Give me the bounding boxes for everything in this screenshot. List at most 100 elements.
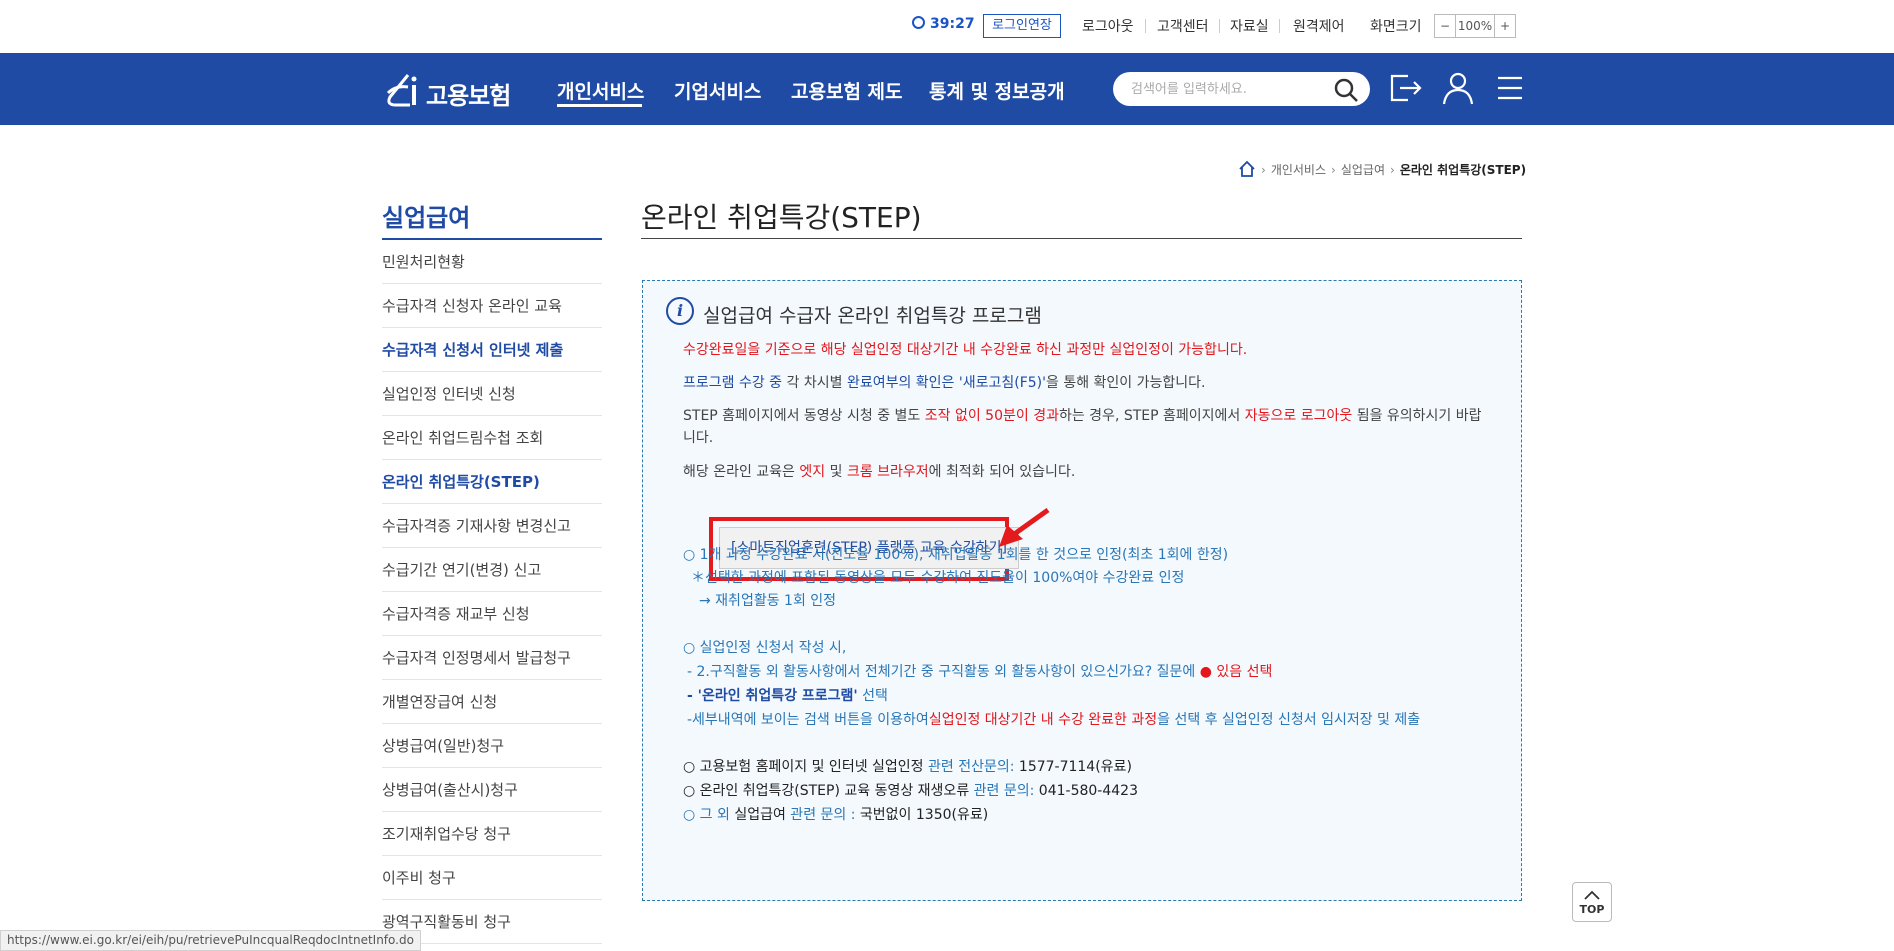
text-fragment: 관련 문의: [969,783,1039,799]
text-fragment: 크롬 브라우저 [846,464,929,480]
sidebar-item-job-dream-notebook[interactable]: 온라인 취업드림수첩 조회 [382,416,602,460]
note-application: ○ 실업인정 신청서 작성 시, [683,640,847,656]
text-fragment: 선택 [857,688,888,704]
search-icon[interactable] [1333,77,1359,103]
chevron-right-icon: › [1261,163,1266,177]
nav-business-service[interactable]: 기업서비스 [674,77,761,104]
chevron-right-icon: › [1331,163,1336,177]
sidebar-item-unemployment-recognition[interactable]: 실업인정 인터넷 신청 [382,372,602,416]
sidebar-item-online-education[interactable]: 수급자격 신청자 온라인 교육 [382,284,602,328]
sidebar-item-complaint-status[interactable]: 민원처리현황 [382,240,602,284]
sidebar-item-internet-submission[interactable]: 수급자격 신청서 인터넷 제출 [382,328,602,372]
sidebar-item-period-extension[interactable]: 수급기간 연기(변경) 신고 [382,548,602,592]
note-recognition: → 재취업활동 1회 인정 [699,593,837,609]
text-fragment: 실업급여 [734,807,786,823]
notice-browser: 해당 온라인 교육은 엣지 및 크롬 브라우저에 최적화 되어 있습니다. [683,461,1483,483]
remote-control-link[interactable]: 원격제어 [1293,16,1345,36]
notice-refresh: 프로그램 수강 중 각 차시별 완료여부의 확인은 '새로고침(F5)'을 통해… [683,372,1483,394]
logout-icon[interactable] [1388,68,1424,108]
divider [1219,19,1220,33]
note-progress: ＊선택한 과정에 포함된 동영상을 모두 수강하여 진도율이 100%여야 수강… [691,570,1185,586]
status-url: https://www.ei.go.kr/ei/eih/pu/retrieveP… [0,930,421,951]
text-fragment: 에 최적화 되어 있습니다. [928,464,1076,480]
page-title: 온라인 취업특강(STEP) [641,201,922,234]
info-icon: i [666,297,694,325]
ei-logo-icon [386,74,417,107]
sidebar-item-sickness-benefit[interactable]: 상병급여(일반)청구 [382,724,602,768]
screen-size-label: 화면크기 [1370,19,1422,35]
library-link[interactable]: 자료실 [1230,16,1269,36]
contact-homepage: ○ 고용보험 홈페이지 및 인터넷 실업인정 관련 전산문의: 1577-711… [683,756,1132,776]
logout-link[interactable]: 로그아웃 [1082,16,1134,36]
chevron-up-icon [1584,890,1600,900]
text-fragment: 하는 경우, STEP 홈페이지에서 [1058,408,1245,424]
zoom-level: 100% [1455,14,1495,38]
text-fragment: 조작 없이 50분이 경과 [924,408,1059,424]
home-icon[interactable] [1238,160,1256,178]
text-fragment: 을 통해 확인이 가능합니다. [1045,375,1206,391]
text-fragment: 관련 문의 : [785,807,860,823]
breadcrumb-item[interactable]: 개인서비스 [1271,163,1326,177]
zoom-in-button[interactable]: + [1494,14,1516,38]
session-timer: 39:27 [912,16,975,32]
text-fragment: 실업인정 대상기간 내 수강 완료한 과정 [928,712,1158,728]
box-title: 실업급여 수급자 온라인 취업특강 프로그램 [703,305,1042,327]
notice-auto-logout: STEP 홈페이지에서 동영상 시청 중 별도 조작 없이 50분이 경과하는 … [683,405,1483,449]
customer-center-link[interactable]: 고객센터 [1157,16,1209,36]
sidebar-item-extended-benefit[interactable]: 개별연장급여 신청 [382,680,602,724]
login-extend-button[interactable]: 로그인연장 [983,14,1061,38]
text-fragment: -세부내역에 보이는 검색 버튼을 이용하여 [687,712,929,728]
text-fragment: 완료여부의 확인은 '새로고침(F5)' [846,375,1046,391]
menu-icon[interactable] [1492,68,1528,108]
logo-text: 고용보험 [426,82,511,110]
sidebar-item-step[interactable]: 온라인 취업특강(STEP) [382,460,602,504]
sidebar-item-sickness-birth[interactable]: 상병급여(출산시)청구 [382,768,602,812]
text-fragment: 및 [825,464,847,480]
divider [1279,19,1280,33]
text-fragment: 엣지 [799,464,826,480]
breadcrumb: › 개인서비스 › 실업급여 › 온라인 취업특강(STEP) [1238,160,1526,178]
sidebar-item-reissue[interactable]: 수급자격증 재교부 신청 [382,592,602,636]
text-fragment: 국번없이 1350(유료) [859,807,989,823]
nav-insurance-system[interactable]: 고용보험 제도 [791,77,903,104]
nav-statistics[interactable]: 통계 및 정보공개 [929,77,1065,104]
text-fragment: ○ 온라인 취업특강(STEP) 교육 동영상 재생오류 [683,783,970,799]
notice-completion: 수강완료일을 기준으로 해당 실업인정 대상기간 내 수강완료 하신 과정만 실… [683,342,1248,358]
nav-active-indicator [557,104,642,107]
sidebar-item-change-report[interactable]: 수급자격증 기재사항 변경신고 [382,504,602,548]
contact-other: ○ 그 외 실업급여 관련 문의 : 국번없이 1350(유료) [683,804,988,824]
title-divider [641,238,1522,239]
top-label: TOP [1579,903,1605,916]
text-fragment: ○ 그 외 [683,807,735,823]
sidebar-item-relocation[interactable]: 이주비 청구 [382,856,602,900]
text-fragment: 041-580-4423 [1038,783,1138,799]
info-box: i 실업급여 수급자 온라인 취업특강 프로그램 수강완료일을 기준으로 해당 … [642,280,1522,901]
divider [1145,19,1146,33]
timer-value: 39:27 [930,16,975,32]
search-input[interactable] [1131,79,1331,99]
nav-personal-service[interactable]: 개인서비스 [557,77,644,104]
note-program-select: - '온라인 취업특강 프로그램' 선택 [687,685,888,705]
text-fragment: STEP 홈페이지에서 동영상 시청 중 별도 [683,408,925,424]
sidebar-item-early-reemployment[interactable]: 조기재취업수당 청구 [382,812,602,856]
chevron-right-icon: › [1390,163,1395,177]
text-fragment: - 2.구직활동 외 활동사항에서 전체기간 중 구직활동 외 활동사항이 있으… [687,664,1200,680]
text-fragment: 해당 온라인 교육은 [683,464,800,480]
contact-step: ○ 온라인 취업특강(STEP) 교육 동영상 재생오류 관련 문의: 041-… [683,780,1138,800]
logo[interactable]: 고용보험 [382,65,522,111]
breadcrumb-item[interactable]: 실업급여 [1341,163,1385,177]
search-box [1113,72,1370,106]
utility-bar: 39:27 로그인연장 로그아웃 고객센터 자료실 원격제어 화면크기 − 10… [0,0,1894,53]
sidebar-item-statement-request[interactable]: 수급자격 인정명세서 발급청구 [382,636,602,680]
red-dot-icon: ● [1199,664,1212,680]
scroll-top-button[interactable]: TOP [1572,882,1612,922]
main-nav: 고용보험 개인서비스 기업서비스 고용보험 제도 통계 및 정보공개 [0,53,1894,125]
zoom-out-button[interactable]: − [1434,14,1456,38]
note-search-submit: -세부내역에 보이는 검색 버튼을 이용하여실업인정 대상기간 내 수강 완료한… [687,709,1420,729]
note-step-2: - 2.구직활동 외 활동사항에서 전체기간 중 구직활동 외 활동사항이 있으… [687,661,1272,681]
text-fragment: 1577-7114(유료) [1018,759,1132,775]
text-fragment: - '온라인 취업특강 프로그램' [687,688,858,704]
user-icon[interactable] [1440,68,1476,108]
breadcrumb-current: 온라인 취업특강(STEP) [1399,163,1527,177]
clock-icon [912,16,925,29]
